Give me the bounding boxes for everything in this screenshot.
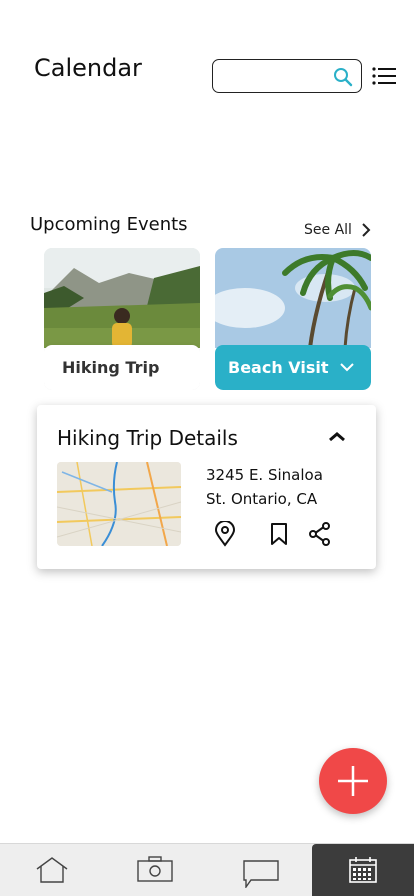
tab-messages[interactable] bbox=[210, 844, 310, 896]
chat-icon bbox=[243, 860, 279, 888]
event-card-hiking[interactable]: Hiking Trip bbox=[44, 248, 200, 390]
calendar-icon bbox=[349, 857, 377, 883]
search-field[interactable] bbox=[212, 59, 362, 93]
event-label-hiking: Hiking Trip bbox=[44, 345, 200, 390]
search-input[interactable] bbox=[221, 66, 333, 86]
address-line-1: 3245 E. Sinaloa bbox=[206, 466, 323, 484]
search-icon[interactable] bbox=[333, 67, 353, 87]
event-details-card: Hiking Trip Details 3245 E. Sinaloa St. … bbox=[37, 405, 376, 569]
location-pin-icon[interactable] bbox=[213, 521, 237, 547]
tab-home[interactable] bbox=[0, 844, 100, 896]
beach-photo bbox=[215, 248, 371, 348]
tab-camera[interactable] bbox=[105, 844, 205, 896]
plus-icon bbox=[338, 766, 368, 796]
chevron-down-icon[interactable] bbox=[339, 359, 355, 375]
address-line-2: St. Ontario, CA bbox=[206, 490, 318, 508]
home-icon bbox=[36, 857, 68, 883]
list-menu-icon[interactable] bbox=[372, 67, 396, 85]
event-address: 3245 E. Sinaloa St. Ontario, CA bbox=[206, 463, 323, 511]
chevron-up-icon[interactable] bbox=[327, 430, 347, 444]
tab-calendar[interactable] bbox=[312, 844, 414, 896]
see-all-label: See All bbox=[304, 222, 352, 238]
section-title-upcoming: Upcoming Events bbox=[30, 214, 188, 235]
details-title: Hiking Trip Details bbox=[57, 426, 238, 450]
camera-icon bbox=[137, 856, 173, 882]
map-thumbnail[interactable] bbox=[57, 462, 181, 546]
see-all-link[interactable]: See All bbox=[304, 222, 372, 238]
hiking-photo bbox=[44, 248, 200, 348]
event-card-beach[interactable]: Beach Visit bbox=[215, 248, 371, 390]
chevron-right-icon bbox=[362, 223, 371, 237]
page-title: Calendar bbox=[34, 54, 142, 82]
bookmark-icon[interactable] bbox=[267, 521, 291, 547]
share-icon[interactable] bbox=[308, 521, 332, 547]
bottom-tab-bar bbox=[0, 843, 414, 896]
add-event-button[interactable] bbox=[319, 748, 387, 814]
